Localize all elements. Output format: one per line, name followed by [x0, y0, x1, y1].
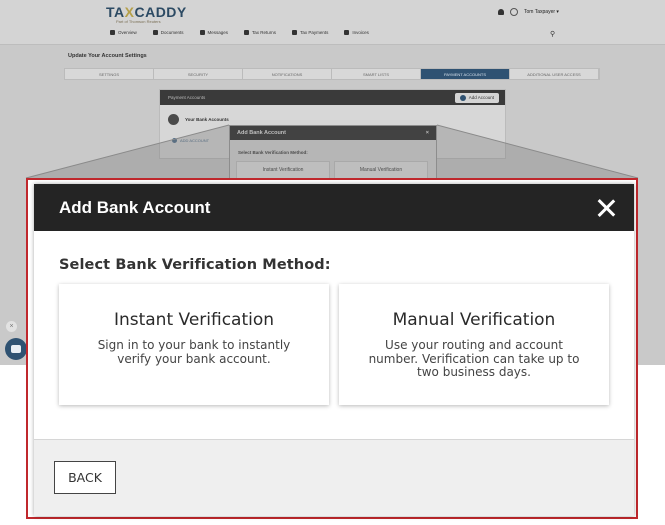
home-icon	[110, 30, 115, 35]
user-icon	[510, 8, 518, 16]
main-nav: Overview Documents Messages Tax Returns …	[110, 30, 369, 35]
logo-text-a: TA	[106, 4, 125, 20]
option-description: Sign in to your bank to instantly verify…	[97, 338, 291, 366]
chat-icon[interactable]	[5, 338, 27, 360]
modal-header: Add Bank Account	[34, 184, 634, 231]
nav-item-documents[interactable]: Documents	[152, 30, 184, 35]
mini-option-instant[interactable]: Instant Verification	[236, 161, 330, 179]
nav-item-tax-returns[interactable]: Tax Returns	[244, 30, 276, 35]
nav-label: Tax Returns	[252, 30, 277, 35]
modal-title: Add Bank Account	[59, 197, 211, 217]
messages-icon	[199, 30, 205, 35]
modal-body: Select Bank Verification Method: Instant…	[34, 231, 634, 405]
close-icon[interactable]	[596, 198, 616, 218]
plus-circle-icon	[459, 94, 466, 101]
mini-option-manual[interactable]: Manual Verification	[334, 161, 428, 179]
modal-footer: BACK	[34, 439, 634, 516]
add-bank-account-modal-small: Add Bank Account × Select Bank Verificat…	[229, 125, 437, 181]
tab-additional-user-access[interactable]: Additional User Access	[510, 69, 599, 79]
zoom-highlight-frame: Add Bank Account Select Bank Verificatio…	[26, 178, 638, 519]
invoices-icon	[344, 30, 350, 35]
option-title: Instant Verification	[113, 310, 275, 330]
tab-settings[interactable]: Settings	[65, 69, 154, 79]
app-header: TAXCADDY Part of Thomson Reuters Tom Tax…	[0, 0, 665, 45]
nav-item-invoices[interactable]: Invoices	[344, 30, 369, 35]
mini-modal-question: Select Bank Verification Method:	[238, 150, 308, 155]
close-icon[interactable]: ×	[426, 130, 429, 136]
add-bank-account-modal: Add Bank Account Select Bank Verificatio…	[34, 184, 634, 516]
plus-circle-icon	[172, 138, 177, 143]
taxcaddy-logo[interactable]: TAXCADDY Part of Thomson Reuters	[106, 4, 187, 24]
user-name[interactable]: Tom Taxpayer ▾	[524, 9, 559, 15]
bank-accounts-label: Your Bank Accounts	[185, 117, 229, 122]
page-title: Update Your Account Settings	[68, 53, 147, 59]
tab-notifications[interactable]: Notifications	[243, 69, 332, 79]
nav-label: Invoices	[352, 30, 369, 35]
manual-verification-option[interactable]: Manual Verification Use your routing and…	[339, 284, 609, 405]
verification-method-question: Select Bank Verification Method:	[59, 257, 331, 273]
nav-label: Tax Payments	[300, 30, 329, 35]
logo-text-b: CADDY	[134, 4, 187, 20]
tab-security[interactable]: Security	[154, 69, 243, 79]
nav-item-messages[interactable]: Messages	[199, 30, 229, 35]
tax-payments-icon	[292, 30, 298, 35]
payment-accounts-header: Payment Accounts	[168, 95, 206, 100]
chat-close-icon[interactable]: ×	[6, 321, 17, 332]
mini-modal-title: Add Bank Account	[237, 130, 286, 136]
settings-tabs: Settings Security Notifications Smart Li…	[64, 68, 600, 80]
add-account-link-label: ADD ACCOUNT	[180, 138, 210, 143]
add-account-link[interactable]: ADD ACCOUNT	[172, 138, 209, 143]
back-button[interactable]: BACK	[54, 461, 116, 494]
nav-label: Overview	[118, 30, 137, 35]
logo-text-x: X	[124, 4, 135, 20]
tab-payment-accounts[interactable]: Payment Accounts	[421, 69, 510, 79]
tab-smart-lists[interactable]: Smart Lists	[332, 69, 421, 79]
tax-returns-icon	[244, 30, 250, 35]
bell-icon[interactable]	[498, 9, 504, 15]
instant-verification-option[interactable]: Instant Verification Sign in to your ban…	[59, 284, 329, 405]
nav-label: Documents	[160, 30, 184, 35]
verification-options: Instant Verification Sign in to your ban…	[59, 284, 609, 405]
documents-icon	[152, 30, 158, 35]
option-title: Manual Verification	[392, 310, 556, 330]
add-account-label: Add Account	[468, 95, 494, 100]
nav-item-tax-payments[interactable]: Tax Payments	[292, 30, 328, 35]
nav-label: Messages	[207, 30, 229, 35]
bank-icon	[168, 114, 179, 125]
screen: TAXCADDY Part of Thomson Reuters Tom Tax…	[0, 0, 665, 525]
search-icon[interactable]: ⚲	[550, 30, 555, 38]
option-description: Use your routing and account number. Ver…	[368, 338, 580, 379]
user-menu[interactable]: Tom Taxpayer ▾	[498, 8, 559, 16]
nav-item-overview[interactable]: Overview	[110, 30, 137, 35]
add-account-button[interactable]: Add Account	[454, 92, 499, 103]
